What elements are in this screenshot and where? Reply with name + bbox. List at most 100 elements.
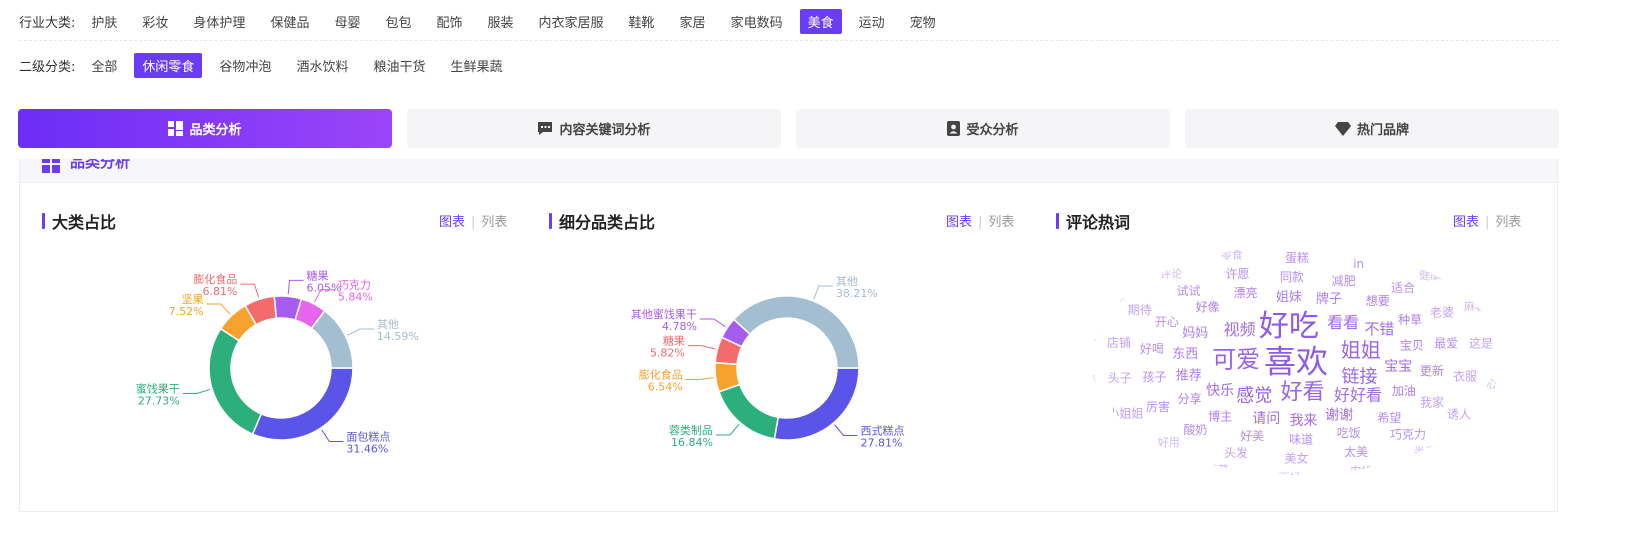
word-cloud-word[interactable]: 快乐 [1206,383,1234,399]
industry-chip[interactable]: 护肤 [83,9,125,34]
word-cloud-word[interactable]: 零食 [1221,247,1243,261]
word-cloud-word[interactable]: 味道 [1289,432,1313,446]
word-cloud-word[interactable]: 博主 [1208,409,1232,424]
word-cloud-word[interactable]: 减肥 [1332,274,1356,288]
word-cloud-word[interactable]: 牌子 [1316,291,1342,307]
word-cloud-word[interactable]: 不好 [1279,470,1301,484]
word-cloud-word[interactable]: 看看 [1327,313,1359,332]
word-cloud-word[interactable]: 你好 [1498,294,1520,308]
word-cloud-word[interactable]: 救命有没有 [1412,462,1467,476]
word-cloud-word[interactable]: 刚到 [1130,448,1152,461]
word-cloud-word[interactable]: 喜欢 [1264,342,1328,380]
donut-slice-西式糕点[interactable] [773,367,860,441]
word-cloud-word[interactable]: 适合 [1391,280,1415,295]
word-cloud-word[interactable]: 店铺 [1107,336,1131,350]
word-cloud-word[interactable]: yyds [1445,258,1471,271]
word-cloud-word[interactable]: 不错 [1364,320,1394,338]
word-cloud-word[interactable]: 羡慕 [1207,462,1229,476]
word-cloud-word[interactable]: 美女 [1284,451,1308,466]
industry-chip[interactable]: 母婴 [326,9,368,34]
list-view-button[interactable]: 列表 [1495,215,1521,230]
tab-hot-brands[interactable]: 热门品牌 [1185,109,1559,148]
industry-chip[interactable]: 包包 [377,9,419,34]
industry-chip[interactable]: 内衣家居服 [531,9,612,34]
industry-chip[interactable]: 家电数码 [723,9,791,34]
word-cloud-word[interactable]: 礼貌 [1498,435,1520,449]
word-cloud-word[interactable]: 同款 [1280,270,1304,284]
word-cloud-word[interactable]: 好吃 [1259,309,1319,344]
word-cloud-word[interactable]: 宝贝 [1400,338,1424,352]
industry-chip[interactable]: 宠物 [902,9,944,34]
word-cloud-word[interactable]: 衣服 [1453,369,1477,384]
word-cloud-word[interactable]: 好喝 [1140,342,1164,356]
word-cloud-word[interactable]: in [1353,257,1364,271]
word-cloud-word[interactable]: 我家 [1420,394,1444,409]
word-cloud-word[interactable]: 可爱 [1212,345,1260,373]
industry-chip[interactable]: 服装 [480,9,522,34]
word-cloud-word[interactable]: 头发 [1224,445,1248,460]
word-cloud-word[interactable]: 新品 [1478,246,1500,260]
word-cloud-word[interactable]: 最爱 [1434,337,1458,351]
word-cloud-word[interactable]: 样子 [1145,249,1167,263]
word-cloud-word[interactable]: 好棒 [1103,289,1125,303]
word-cloud-word[interactable]: 孩子 [1142,370,1166,384]
word-cloud-word[interactable]: 麻薯 [1464,299,1486,313]
industry-chip[interactable]: 鞋靴 [621,9,663,34]
word-cloud-word[interactable]: 半手 [1414,444,1436,458]
word-cloud-word[interactable]: 小姐姐 [1107,407,1143,421]
chart-view-button[interactable]: 图表 [1453,215,1479,230]
word-cloud-word[interactable]: 评论 [1160,267,1182,281]
industry-chip[interactable]: 运动 [851,9,893,34]
word-cloud-word[interactable]: 谢谢 [1325,407,1353,423]
word-cloud-word[interactable]: 太美 [1344,444,1368,459]
donut-slice-其他[interactable] [310,309,354,369]
industry-chip[interactable]: 彩妆 [134,9,176,34]
word-cloud-word[interactable]: 头子 [1108,371,1132,385]
word-cloud-word[interactable]: 妈妈 [1182,326,1208,341]
list-view-button[interactable]: 列表 [988,215,1014,230]
donut-slice-其他[interactable] [732,295,860,369]
word-cloud-word[interactable]: 牛奶 [1100,457,1122,471]
word-cloud-word[interactable]: 好美 [1240,429,1264,443]
word-cloud-word[interactable]: 许愿 [1225,267,1249,281]
word-cloud-word[interactable]: 分享 [1178,391,1202,406]
industry-chip[interactable]: 身体护理 [185,9,253,34]
industry-chip[interactable]: 家居 [672,9,714,34]
word-cloud-word[interactable]: 诱人 [1447,408,1471,422]
word-cloud-word[interactable]: 感觉 [1236,385,1272,406]
word-cloud-word[interactable]: 健康 [1419,268,1441,282]
subcategory-chip[interactable]: 谷物冲泡 [211,53,279,78]
subcategory-chip[interactable]: 全部 [83,53,125,78]
word-cloud-word[interactable]: 希望 [1377,410,1401,425]
word-cloud-word[interactable]: 加油 [1392,384,1416,398]
word-cloud-word[interactable]: 好像 [1196,300,1220,314]
industry-chip[interactable]: 保健品 [262,9,317,34]
chart-view-button[interactable]: 图表 [946,215,972,230]
word-cloud-word[interactable]: 发现 [1069,467,1091,481]
word-cloud-word[interactable]: 心动 [1486,377,1508,390]
word-cloud-word[interactable]: 视频 [1224,320,1256,339]
subcategory-chip[interactable]: 酒水饮料 [288,53,356,78]
subcategory-chip[interactable]: 生鲜果蔬 [442,53,510,78]
tab-keyword-analysis[interactable]: 内容关键词分析 [407,109,781,148]
industry-chip[interactable]: 美食 [799,9,842,34]
tab-audience-analysis[interactable]: 受众分析 [796,109,1170,148]
word-cloud-word[interactable]: 姐姐 [1341,338,1381,362]
word-cloud-word[interactable]: 好好看 [1334,386,1382,405]
industry-chip[interactable]: 配饰 [428,9,470,34]
word-cloud-word[interactable]: 漂亮 [1233,285,1257,300]
word-cloud-word[interactable]: 蛋糕 [1285,251,1309,265]
word-cloud-word[interactable]: 不爱 [1076,329,1098,342]
word-cloud-word[interactable]: 东西 [1172,347,1198,362]
word-cloud-word[interactable]: 好看 [1281,380,1325,405]
word-cloud-word[interactable]: 更新 [1420,363,1444,378]
word-cloud-word[interactable]: 老婆 [1430,306,1454,320]
word-cloud-word[interactable]: 厉害 [1146,399,1170,414]
word-cloud-word[interactable]: 吃饭 [1337,426,1361,440]
word-cloud-word[interactable]: 宝宝 [1384,359,1412,375]
word-cloud-word[interactable]: 链接 [1342,367,1378,388]
subcategory-chip[interactable]: 休闲零食 [134,53,203,78]
word-cloud-word[interactable]: 好用 [1158,435,1180,449]
word-cloud-word[interactable]: 紫色 [1074,370,1096,384]
word-cloud-word[interactable]: 请问 [1252,411,1280,427]
